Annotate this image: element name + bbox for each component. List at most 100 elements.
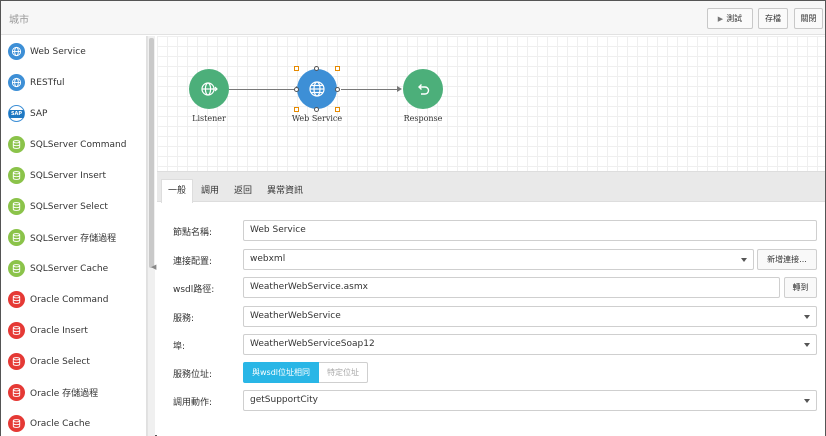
invoke-action-label: 調用動作: [173,398,213,408]
sidebar-item-label: SQLServer Command [30,139,127,150]
database-icon [8,229,25,246]
connection-point[interactable] [314,107,319,112]
sidebar-item-label: SQLServer Select [30,201,108,212]
globe-icon [309,81,325,97]
globe-arrow-icon [201,82,218,96]
database-icon [8,260,25,277]
service-address-label: 服務位址: [173,370,213,380]
connection-value: webxml [250,254,286,264]
component-palette: Web Service RESTful SAP SAP SQLServer Co… [1,36,147,436]
collapse-sidebar-icon[interactable]: ◀ [151,263,156,271]
flow-node-response[interactable] [403,69,443,109]
goto-button[interactable]: 轉到 [784,277,817,298]
sidebar-item-sqlserver-insert[interactable]: SQLServer Insert [1,160,146,191]
sidebar-item-label: SAP [30,108,48,119]
flow-node-web-service[interactable] [297,69,337,109]
flow-connector [229,89,299,90]
sidebar-item-label: Oracle Cache [30,418,91,429]
sidebar-item-label: Oracle 存儲過程 [30,389,99,399]
scrollbar-thumb[interactable] [149,38,154,268]
invoke-action-select[interactable]: getSupportCity [243,390,817,411]
sidebar-item-restful[interactable]: RESTful [1,67,146,98]
sidebar-item-label: SQLServer 存儲過程 [30,234,117,244]
sidebar-item-web-service[interactable]: Web Service [1,36,146,67]
chevron-down-icon [804,343,810,347]
tab-invoke[interactable]: 調用 [195,180,225,203]
database-icon [8,415,25,432]
new-connection-button[interactable]: 新增連接... [757,249,817,270]
globe-icon [8,74,25,91]
connection-point[interactable] [294,87,299,92]
close-button[interactable]: 關閉 [794,8,823,29]
sidebar-item-label: Web Service [30,46,86,57]
sidebar-item-oracle-select[interactable]: Oracle Select [1,346,146,377]
invoke-action-value: getSupportCity [250,395,318,405]
port-select[interactable]: WeatherWebServiceSoap12 [243,334,817,355]
sidebar-item-sqlserver-stored-procedure[interactable]: SQLServer 存儲過程 [1,222,146,253]
resize-handle[interactable] [294,66,299,71]
connection-point[interactable] [335,87,340,92]
connection-select[interactable]: webxml [243,249,754,270]
flow-node-label: Listener [192,114,226,123]
globe-icon [8,43,25,60]
address-specific-option[interactable]: 特定位址 [319,362,368,383]
wsdl-path-label: wsdl路徑: [173,285,215,295]
node-name-label: 節點名稱: [173,228,213,238]
sidebar-item-label: Oracle Command [30,294,109,305]
sidebar-item-sqlserver-select[interactable]: SQLServer Select [1,191,146,222]
connection-point[interactable] [314,66,319,71]
chevron-down-icon [741,258,747,262]
connection-label: 連接配置: [173,257,213,267]
service-select[interactable]: WeatherWebService [243,306,817,327]
database-icon [8,322,25,339]
sidebar-item-label: RESTful [30,77,65,88]
sidebar-item-oracle-command[interactable]: Oracle Command [1,284,146,315]
sidebar-item-oracle-cache[interactable]: Oracle Cache [1,408,146,436]
sidebar-item-sqlserver-cache[interactable]: SQLServer Cache [1,253,146,284]
database-icon [8,353,25,370]
database-icon [8,198,25,215]
sidebar-item-oracle-stored-procedure[interactable]: Oracle 存儲過程 [1,377,146,408]
tab-return[interactable]: 返回 [228,180,258,203]
sidebar-scrollbar[interactable] [147,36,155,436]
port-label: 埠: [173,342,186,352]
database-icon [8,136,25,153]
database-icon [8,291,25,308]
return-arrow-icon [418,84,430,95]
flow-node-label: Web Service [291,114,343,123]
sidebar-item-label: Oracle Select [30,356,90,367]
service-label: 服務: [173,314,195,324]
tab-exception[interactable]: 異常資訊 [261,180,309,203]
test-button[interactable]: ▶ 測試 [707,8,753,29]
flow-connector [341,89,400,90]
resize-handle[interactable] [335,66,340,71]
chevron-down-icon [804,315,810,319]
database-icon [8,167,25,184]
node-name-input[interactable]: Web Service [243,220,817,241]
wsdl-path-input[interactable]: WeatherWebService.asmx [243,277,780,298]
port-value: WeatherWebServiceSoap12 [250,339,375,349]
properties-form: 節點名稱: Web Service 連接配置: webxml 新增連接... w… [157,203,825,436]
page-title: 城市 [9,15,29,26]
address-same-as-wsdl-option[interactable]: 與wsdl位址相同 [243,362,319,383]
save-button[interactable]: 存檔 [758,8,788,29]
database-icon [8,384,25,401]
sidebar-item-sqlserver-command[interactable]: SQLServer Command [1,129,146,160]
sap-icon: SAP [8,105,25,122]
flow-node-listener[interactable] [189,69,229,109]
tab-general[interactable]: 一般 [161,179,194,203]
sidebar-item-oracle-insert[interactable]: Oracle Insert [1,315,146,346]
sidebar-item-label: Oracle Insert [30,325,88,336]
chevron-down-icon [804,399,810,403]
service-value: WeatherWebService [250,311,341,321]
sidebar-item-label: SQLServer Insert [30,170,106,181]
resize-handle[interactable] [335,107,340,112]
top-toolbar: 城市 ▶ 測試 存檔 關閉 [1,1,825,35]
sidebar-item-sap[interactable]: SAP SAP [1,98,146,129]
properties-tabs: 一般 調用 返回 異常資訊 [157,171,825,203]
flow-canvas[interactable]: Listener Web Service Response [157,36,825,171]
play-icon: ▶ [717,15,724,23]
resize-handle[interactable] [294,107,299,112]
test-button-label: 測試 [726,14,743,23]
flow-node-label: Response [403,114,443,123]
